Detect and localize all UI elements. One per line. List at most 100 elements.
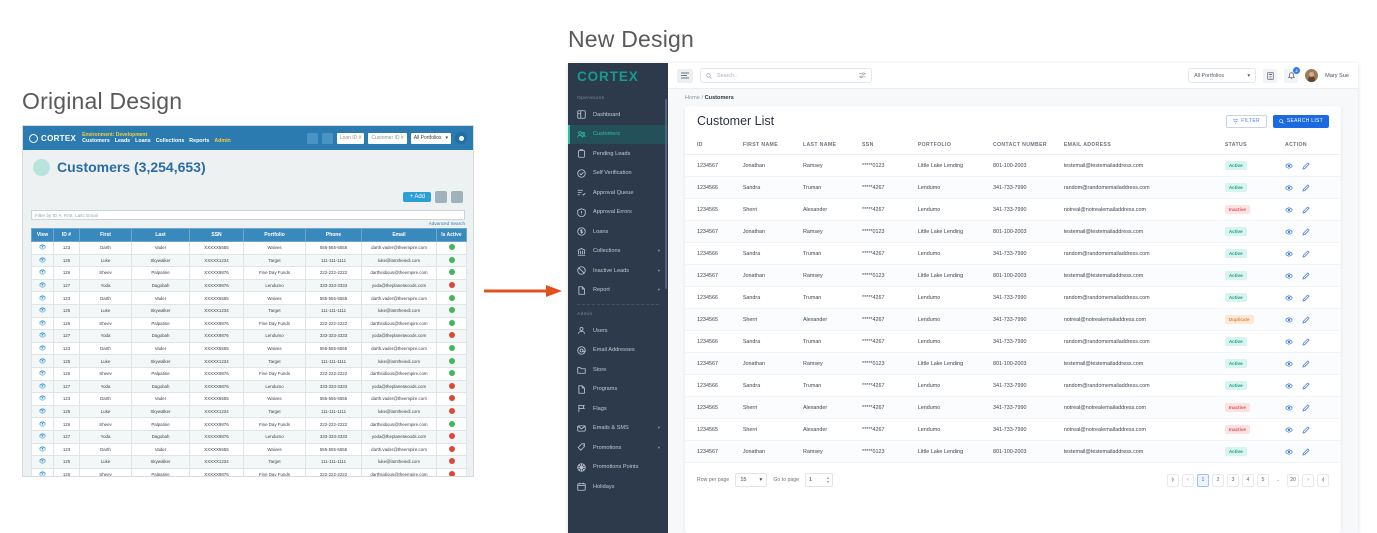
edit-icon[interactable] <box>1302 359 1310 368</box>
avatar[interactable] <box>1305 69 1319 82</box>
col-id[interactable]: ID <box>685 136 741 155</box>
filter-button[interactable]: FILTER <box>1226 114 1267 128</box>
edit-icon[interactable] <box>1302 183 1310 192</box>
table-row[interactable]: 1234567 Jonathan Ramsey *****0123 Little Lak… <box>685 220 1341 243</box>
view-icon[interactable]: 👁 <box>39 359 47 365</box>
search-input[interactable]: Search.. <box>700 68 872 83</box>
notes-icon[interactable] <box>321 132 333 144</box>
table-row[interactable]: 👁 127 Yoda Dagobah XXXXX9876 Lendumo 333-333-3… <box>31 379 467 394</box>
table-row[interactable]: 1234566 Sandra Truman *****4267 Lendumo 341-7… <box>685 176 1341 199</box>
view-icon[interactable] <box>1285 294 1293 302</box>
view-icon[interactable]: 👁 <box>39 371 47 377</box>
edit-icon[interactable] <box>1302 293 1310 302</box>
table-row[interactable]: 👁 126 Sheev Palpatine XXXXX9876 Fine Day Fund… <box>31 467 467 476</box>
portfolio-select[interactable]: All Portfolios ▾ <box>1188 68 1257 83</box>
sidebar-item-programs[interactable]: Programs <box>568 380 668 400</box>
view-icon[interactable] <box>1285 272 1293 280</box>
table-row[interactable]: 1234567 Jonathan Ramsey *****0123 Little Lak… <box>685 264 1341 287</box>
cell-view[interactable]: 👁 <box>31 354 54 368</box>
table-row[interactable]: 👁 126 Sheev Palpatine XXXXX9876 Fine Day Fund… <box>31 316 467 331</box>
view-icon[interactable]: 👁 <box>39 333 47 339</box>
view-icon[interactable] <box>1285 404 1293 412</box>
sidebar-scrollbar[interactable] <box>665 99 667 289</box>
pagination-next-button[interactable]: › <box>1302 473 1314 487</box>
cell-view[interactable]: 👁 <box>31 266 54 280</box>
view-icon[interactable] <box>1285 426 1293 434</box>
sidebar-item-inactive-leads[interactable]: Inactive Leads ▾ <box>568 261 668 281</box>
chevron-down-icon[interactable]: ▾ <box>658 248 660 254</box>
table-row[interactable]: 1234566 Sandra Truman *****4267 Lendumo 341-7… <box>685 242 1341 265</box>
cell-view[interactable]: 👁 <box>31 316 54 331</box>
cell-view[interactable]: 👁 <box>31 429 54 444</box>
breadcrumb-home[interactable]: Home <box>685 95 700 101</box>
col-email-address[interactable]: EMAIL ADDRESS <box>1061 136 1223 155</box>
table-row[interactable]: 👁 126 Sheev Palpatine XXXXX9876 Fine Day Fund… <box>31 366 467 381</box>
table-row[interactable]: 1234565 Sherri Alexander *****4267 Lendumo 34… <box>685 308 1341 331</box>
original-nav-reports[interactable]: Reports <box>189 138 209 145</box>
col-ssn[interactable]: SSN <box>859 136 916 155</box>
add-button[interactable]: + Add <box>403 192 431 202</box>
table-row[interactable]: 👁 123 Darth Vader XXXXX5555 Waives 555-555-555… <box>31 291 467 305</box>
original-portfolio-select[interactable]: All Portfolios ▾ <box>410 132 451 144</box>
view-icon[interactable] <box>1285 360 1293 368</box>
edit-icon[interactable] <box>1302 337 1310 346</box>
table-row[interactable]: 👁 126 Sheev Palpatine XXXXX9876 Fine Day Fund… <box>31 417 467 431</box>
table-row[interactable]: 👁 125 Luke Skywalker XXXXX1234 Target 111-111-… <box>31 253 467 268</box>
col-last-name[interactable]: LAST NAME <box>800 136 860 155</box>
table-row[interactable]: 1234567 Jonathan Ramsey *****0123 Little Lak… <box>685 352 1341 375</box>
sidebar-item-approval-errors[interactable]: Approval Errors <box>568 203 668 223</box>
pagination-page-20[interactable]: 20 <box>1287 473 1299 487</box>
table-row[interactable]: 1234565 Sherri Alexander *****4267 Lendumo 34… <box>685 198 1341 221</box>
goto-page-stepper[interactable]: 1 ▴ ▾ <box>804 473 833 487</box>
view-icon[interactable] <box>1285 316 1293 324</box>
calculator-icon[interactable] <box>306 132 318 144</box>
table-row[interactable]: 👁 123 Darth Vader XXXXX5555 Waives 555-555-555… <box>31 241 467 255</box>
sidebar-item-pending-leads[interactable]: Pending Leads <box>568 144 668 164</box>
view-icon[interactable]: 👁 <box>39 459 47 465</box>
cell-view[interactable]: 👁 <box>31 442 54 457</box>
sidebar-item-emails-sms[interactable]: Emails & SMS ▾ <box>568 419 668 439</box>
table-row[interactable]: 👁 125 Luke Skywalker XXXXX1234 Target 111-111-… <box>31 303 467 318</box>
sidebar-item-users[interactable]: Users <box>568 321 668 341</box>
view-icon[interactable]: 👁 <box>39 472 47 476</box>
table-row[interactable]: 👁 127 Yoda Dagobah XXXXX9876 Lendumo 333-333-3… <box>31 329 467 343</box>
edit-icon[interactable] <box>1302 403 1310 412</box>
sidebar-item-self-verification[interactable]: Self Verification <box>568 164 668 184</box>
settings-icon[interactable] <box>451 191 463 203</box>
original-nav-customers[interactable]: Customers <box>82 138 110 145</box>
original-col-ssn[interactable]: SSN <box>189 228 244 242</box>
table-row[interactable]: 1234567 Jonathan Ramsey *****0123 Little Lak… <box>685 154 1341 177</box>
pagination-page-5[interactable]: 5 <box>1257 473 1269 487</box>
table-row[interactable]: 👁 123 Darth Vader XXXXX5555 Waives 555-555-555… <box>31 442 467 457</box>
edit-icon[interactable] <box>1302 447 1310 456</box>
cell-view[interactable]: 👁 <box>31 329 54 343</box>
cell-view[interactable]: 👁 <box>31 303 54 318</box>
advanced-search-link[interactable]: Advanced Search <box>23 220 473 228</box>
pagination-page-2[interactable]: 2 <box>1212 473 1224 487</box>
table-row[interactable]: 1234565 Sherri Alexander *****4267 Lendumo 34… <box>685 396 1341 419</box>
sidebar-item-collections[interactable]: Collections ▾ <box>568 242 668 262</box>
cell-view[interactable]: 👁 <box>31 417 54 431</box>
table-row[interactable]: 👁 127 Yoda Dagobah XXXXX9876 Lendumo 333-333-3… <box>31 429 467 444</box>
edit-icon[interactable] <box>1302 315 1310 324</box>
view-icon[interactable] <box>1285 228 1293 236</box>
view-icon[interactable]: 👁 <box>39 409 47 415</box>
cell-view[interactable]: 👁 <box>31 341 54 356</box>
cell-view[interactable]: 👁 <box>31 467 54 476</box>
pagination-page-1[interactable]: 1 <box>1197 473 1209 487</box>
table-row[interactable]: 👁 125 Luke Skywalker XXXXX1234 Target 111-111-… <box>31 404 467 419</box>
view-icon[interactable]: 👁 <box>39 447 47 453</box>
col-first-name[interactable]: FIRST NAME <box>740 136 801 155</box>
table-row[interactable]: 👁 125 Luke Skywalker XXXXX1234 Target 111-111-… <box>31 354 467 368</box>
sidebar-item-store[interactable]: Store <box>568 360 668 380</box>
edit-icon[interactable] <box>1302 205 1310 214</box>
view-icon[interactable] <box>1285 184 1293 192</box>
sidebar-item-customers[interactable]: Customers <box>568 124 668 144</box>
sidebar-item-promotions[interactable]: Promotions ▾ <box>568 438 668 458</box>
sidebar-item-email-addresses[interactable]: Email Addresses <box>568 341 668 361</box>
original-col-phone[interactable]: Phone <box>305 228 362 242</box>
view-icon[interactable]: 👁 <box>39 283 47 289</box>
view-icon[interactable] <box>1285 250 1293 258</box>
chevron-down-icon[interactable]: ▾ <box>658 445 660 451</box>
username-label[interactable]: Mary Sue <box>1325 73 1349 79</box>
